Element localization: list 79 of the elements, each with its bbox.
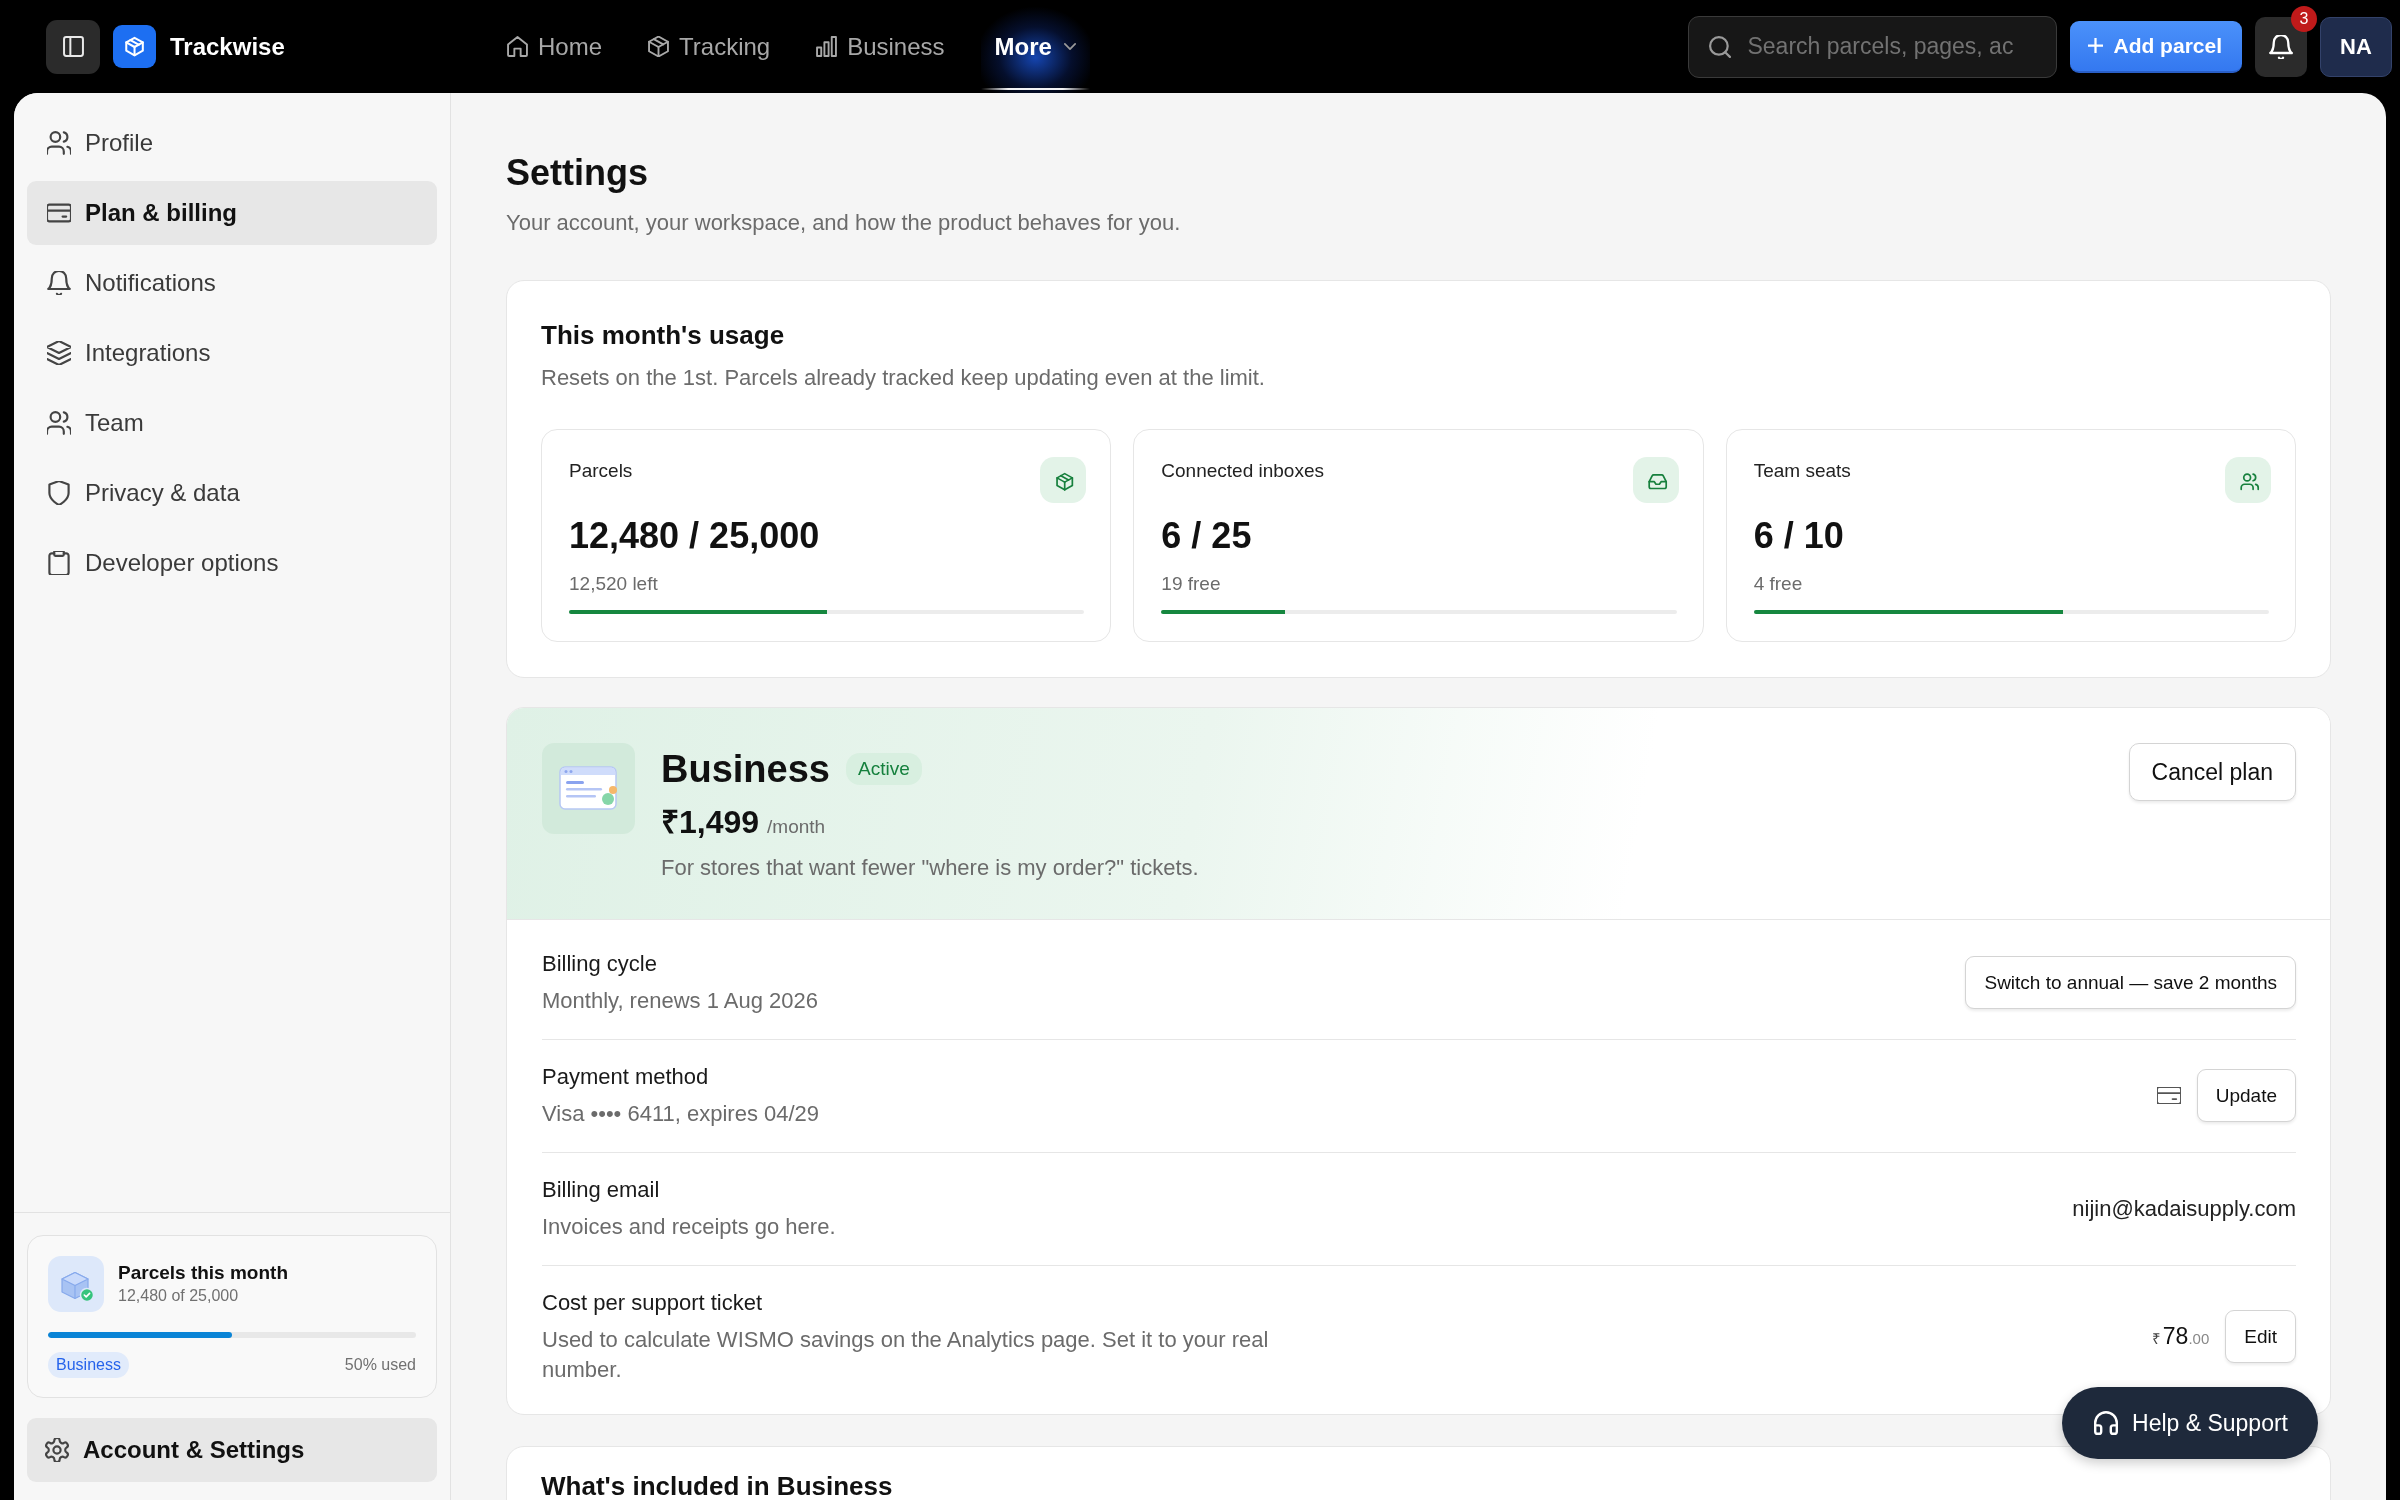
bell-icon bbox=[2269, 34, 2293, 59]
section-title: What's included in Business bbox=[541, 1470, 894, 1500]
cancel-plan-button[interactable]: Cancel plan bbox=[2128, 743, 2296, 801]
stat-value: 6 / 25 bbox=[1161, 514, 1253, 558]
page-title: Settings bbox=[506, 151, 649, 195]
notification-count: 3 bbox=[2291, 5, 2317, 32]
billing-email: nijin@kadaisupply.com bbox=[2072, 1195, 2296, 1222]
stat-note: 4 free bbox=[1753, 572, 1804, 596]
search-field[interactable]: Search parcels, pages, ac bbox=[1688, 15, 2058, 78]
setting-description: Invoices and receipts go here. bbox=[542, 1213, 836, 1241]
shield-icon bbox=[47, 481, 71, 505]
page-subtitle: Your account, your workspace, and how the product behaves for you. bbox=[506, 209, 1182, 237]
package-icon bbox=[648, 36, 670, 57]
clipboard-icon bbox=[47, 551, 71, 575]
plan-price: ₹1,499 bbox=[661, 803, 760, 842]
edit-button[interactable]: Edit bbox=[2225, 1310, 2296, 1363]
setting-description: Used to calculate WISMO savings on the Analytics page. Set it to your real number. bbox=[542, 1326, 1270, 1384]
plan-tag: Business bbox=[48, 1352, 129, 1378]
sidebar-item[interactable]: Profile bbox=[27, 111, 437, 175]
users-icon bbox=[47, 411, 71, 435]
stat-value: 6 / 10 bbox=[1753, 514, 1845, 558]
plan-name: Business bbox=[661, 747, 830, 792]
stat-label: Parcels bbox=[569, 459, 633, 483]
setting-label: Billing cycle bbox=[542, 950, 658, 978]
stat-note: 19 free bbox=[1161, 572, 1222, 596]
ticket-cost: ₹78.00 bbox=[2151, 1323, 2210, 1350]
setting-label: Cost per support ticket bbox=[542, 1289, 764, 1317]
credit-card-icon bbox=[47, 201, 71, 225]
stat-label: Team seats bbox=[1753, 459, 1851, 483]
chevron-down-icon bbox=[1063, 43, 1076, 50]
home-icon bbox=[507, 36, 528, 57]
inbox-icon bbox=[1632, 457, 1679, 503]
plus-icon bbox=[2088, 38, 2104, 53]
user-avatar[interactable]: NA bbox=[2320, 16, 2392, 77]
setting-label: Billing email bbox=[542, 1176, 661, 1204]
switch-billing-button[interactable]: Switch to annual — save 2 months bbox=[1965, 956, 2296, 1009]
sidebar-item[interactable]: Team bbox=[27, 391, 437, 455]
gear-icon bbox=[45, 1438, 69, 1462]
package-icon bbox=[1040, 457, 1087, 503]
sidebar-item[interactable]: Developer options bbox=[27, 531, 437, 595]
nav-link[interactable]: Tracking bbox=[638, 24, 781, 69]
section-subtitle: Resets on the 1st. Parcels already tracked keep updating even at the limit. bbox=[541, 364, 1266, 392]
brand-name: Trackwise bbox=[170, 32, 285, 61]
panel-icon bbox=[62, 36, 84, 57]
stat-note: 12,520 left bbox=[569, 572, 659, 596]
nav-link[interactable]: Home bbox=[497, 24, 613, 69]
bell-icon bbox=[47, 271, 71, 295]
sidebar-item[interactable]: Notifications bbox=[27, 251, 437, 315]
plan-status-badge: Active bbox=[845, 753, 922, 785]
sidebar-item[interactable]: Privacy & data bbox=[27, 461, 437, 525]
package-check-icon bbox=[48, 1256, 104, 1312]
stat-label: Connected inboxes bbox=[1161, 459, 1324, 483]
usage-percent: 50% used bbox=[344, 1356, 416, 1374]
search-icon bbox=[1709, 35, 1732, 58]
add-parcel-button[interactable]: Add parcel bbox=[2070, 20, 2242, 73]
sidebar-item[interactable]: Integrations bbox=[27, 321, 437, 385]
setting-description: Visa •••• 6411, expires 04/29 bbox=[542, 1100, 820, 1128]
plan-description: For stores that want fewer "where is my order?" tickets. bbox=[661, 854, 1200, 882]
setting-label: Payment method bbox=[542, 1063, 710, 1091]
section-title: This month's usage bbox=[541, 319, 786, 352]
stat-value: 12,480 / 25,000 bbox=[569, 514, 821, 558]
help-support-button[interactable]: Help & Support bbox=[2062, 1387, 2318, 1459]
cube-logo-icon bbox=[113, 25, 156, 68]
card-subtitle: 12,480 of 25,000 bbox=[118, 1286, 240, 1306]
card-title: Parcels this month bbox=[118, 1261, 288, 1285]
credit-card-icon bbox=[2156, 1087, 2181, 1104]
users-icon bbox=[2225, 457, 2271, 503]
update-button[interactable]: Update bbox=[2196, 1069, 2296, 1122]
headphones-icon bbox=[2094, 1411, 2118, 1435]
sidebar-item[interactable]: Plan & billing bbox=[27, 181, 437, 245]
price-period: /month bbox=[767, 816, 826, 838]
users-icon bbox=[47, 131, 71, 155]
bar-chart-icon bbox=[816, 36, 838, 57]
setting-description: Monthly, renews 1 Aug 2026 bbox=[542, 987, 818, 1015]
browser-window-icon bbox=[542, 743, 635, 834]
nav-link[interactable]: Business bbox=[806, 24, 955, 69]
layers-icon bbox=[47, 341, 71, 365]
sidebar-toggle-button[interactable] bbox=[46, 19, 100, 74]
account-settings-button[interactable]: Account & Settings bbox=[27, 1418, 437, 1482]
